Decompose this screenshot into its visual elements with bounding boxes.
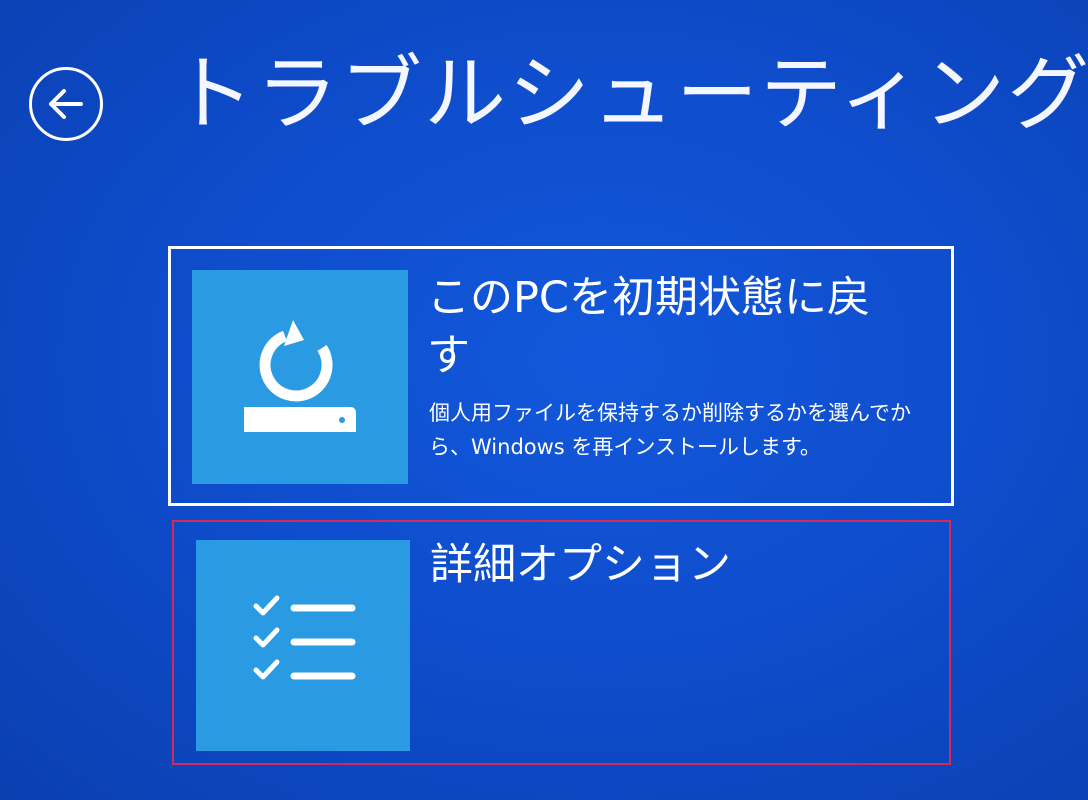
back-button[interactable] (29, 67, 103, 141)
checklist-icon (253, 595, 356, 680)
advanced-options-title: 詳細オプション (430, 540, 731, 590)
reset-pc-option[interactable]: このPCを初期状態に戻す 個人用ファイルを保持するか削除するかを選んでから、Wi… (168, 246, 954, 506)
reset-pc-icon-tile (192, 270, 408, 484)
reset-pc-title: このPCを初期状態に戻す (427, 273, 870, 381)
reset-pc-description: 個人用ファイルを保持するか削除するかを選んでから、Windows を再インストー… (429, 401, 911, 459)
advanced-options-option[interactable]: 詳細オプション (172, 520, 951, 765)
back-arrow-icon (49, 89, 83, 119)
advanced-options-icon-tile (196, 540, 410, 751)
page-title: トラブルシューティング (172, 47, 1088, 142)
reset-pc-icon (244, 320, 356, 432)
